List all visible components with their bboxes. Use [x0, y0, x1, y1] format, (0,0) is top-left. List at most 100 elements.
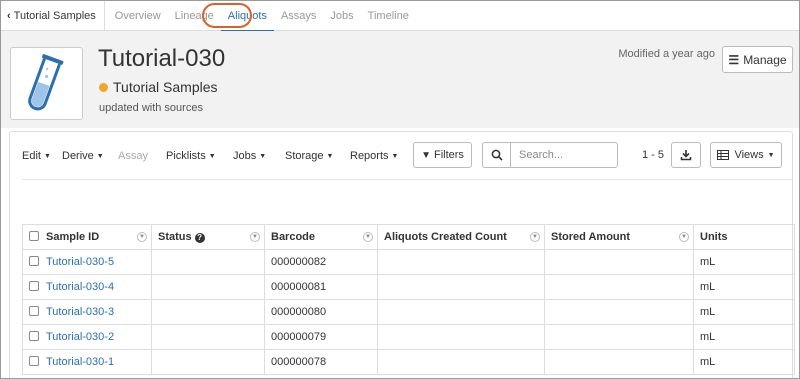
search-input[interactable]: [510, 142, 618, 168]
export-button[interactable]: [671, 142, 701, 168]
search-group: [482, 142, 618, 168]
cell-status: [151, 349, 265, 375]
top-nav: ‹ Tutorial Samples Overview Lineage Aliq…: [1, 1, 799, 32]
filters-button[interactable]: ▼ Filters: [413, 142, 472, 168]
views-label: Views: [734, 149, 764, 161]
table-row[interactable]: Tutorial-030-4 000000081 mL: [22, 274, 795, 300]
table-row[interactable]: Tutorial-030-5 000000082 mL: [22, 249, 795, 275]
derive-menu[interactable]: Derive ▼: [62, 150, 104, 162]
storage-menu[interactable]: Storage ▼: [285, 150, 333, 162]
jobs-menu[interactable]: Jobs ▼: [233, 150, 266, 162]
column-stored-amount[interactable]: Stored Amount ▼: [544, 224, 694, 250]
cell-aliquots-count: [377, 349, 545, 375]
table-header-row: Sample ID ▼ Status? ▼ Barcode ▼ Aliquots Cr…: [22, 224, 795, 250]
row-checkbox[interactable]: [29, 356, 39, 366]
column-menu-icon[interactable]: ▼: [363, 232, 373, 242]
aliquots-panel: Edit ▼ Derive ▼ Assay Picklists ▼ Jobs ▼ Sto…: [9, 131, 795, 378]
table-row[interactable]: Tutorial-030-3 000000080 mL: [22, 299, 795, 325]
column-sample-id[interactable]: Sample ID ▼: [22, 224, 152, 250]
cell-status: [151, 324, 265, 350]
edit-menu[interactable]: Edit ▼: [22, 150, 51, 162]
cell-stored-amount: [544, 349, 694, 375]
cell-stored-amount: [544, 249, 694, 275]
sample-type-color-dot: [99, 82, 108, 92]
search-button[interactable]: [482, 142, 510, 168]
tab-assays[interactable]: Assays: [274, 1, 323, 31]
chevron-left-icon: ‹: [7, 9, 11, 22]
search-icon: [491, 149, 503, 161]
sample-type-label: Tutorial Samples: [113, 79, 218, 95]
views-button[interactable]: Views ▼: [710, 142, 782, 168]
filters-label: Filters: [433, 149, 464, 161]
cell-aliquots-count: [377, 249, 545, 275]
caret-down-icon: ▼: [391, 152, 399, 160]
column-aliquots-count-label: Aliquots Created Count: [384, 231, 507, 243]
cell-status: [151, 274, 265, 300]
menu-bars-icon: ☰: [728, 52, 740, 67]
sample-header: Tutorial-030 Tutorial Samples updated wi…: [1, 31, 799, 128]
filter-icon: ▼: [421, 149, 431, 161]
cell-units: mL: [693, 349, 795, 375]
table-row[interactable]: Tutorial-030-1 000000078 mL: [22, 349, 795, 375]
caret-down-icon: ▼: [259, 152, 267, 160]
cell-sample-id: Tutorial-030-4: [22, 274, 152, 300]
sample-id-link[interactable]: Tutorial-030-5: [46, 256, 114, 268]
app-frame: ‹ Tutorial Samples Overview Lineage Aliq…: [0, 0, 800, 379]
cell-stored-amount: [544, 299, 694, 325]
paging-info: 1 - 5: [642, 149, 665, 161]
reports-menu-label: Reports: [350, 150, 389, 162]
page-title: Tutorial-030: [98, 45, 226, 72]
manage-button[interactable]: ☰ Manage: [722, 46, 793, 73]
cell-units: mL: [693, 249, 795, 275]
reports-menu[interactable]: Reports ▼: [350, 150, 398, 162]
row-checkbox[interactable]: [29, 331, 39, 341]
back-link-label: Tutorial Samples: [13, 9, 96, 22]
tab-lineage[interactable]: Lineage: [168, 1, 221, 31]
modified-label: Modified a year ago: [618, 48, 715, 60]
picklists-menu[interactable]: Picklists ▼: [166, 150, 216, 162]
column-aliquots-count[interactable]: Aliquots Created Count ▼: [377, 224, 545, 250]
sample-id-link[interactable]: Tutorial-030-3: [46, 306, 114, 318]
column-units[interactable]: Units: [693, 224, 795, 250]
cell-status: [151, 299, 265, 325]
toolbar-divider: [22, 179, 792, 180]
picklists-menu-label: Picklists: [166, 150, 206, 162]
tab-aliquots[interactable]: Aliquots: [220, 1, 275, 32]
column-menu-icon[interactable]: ▼: [137, 232, 147, 242]
table-icon: [717, 150, 730, 160]
caret-down-icon: ▼: [43, 152, 51, 160]
caret-down-icon: ▼: [96, 152, 104, 160]
cell-status: [151, 249, 265, 275]
help-icon[interactable]: ?: [194, 233, 205, 243]
back-link[interactable]: ‹ Tutorial Samples: [1, 1, 105, 31]
tab-jobs[interactable]: Jobs: [323, 1, 360, 31]
column-menu-icon[interactable]: ▼: [530, 232, 540, 242]
table-row[interactable]: Tutorial-030-2 000000079 mL: [22, 324, 795, 350]
edit-menu-label: Edit: [22, 150, 41, 162]
row-checkbox[interactable]: [29, 306, 39, 316]
grid-toolbar: Edit ▼ Derive ▼ Assay Picklists ▼ Jobs ▼ Sto…: [10, 142, 792, 172]
column-status[interactable]: Status? ▼: [151, 224, 265, 250]
assay-menu: Assay: [118, 150, 148, 162]
cell-barcode: 000000081: [264, 274, 378, 300]
cell-aliquots-count: [377, 274, 545, 300]
row-checkbox[interactable]: [29, 256, 39, 266]
column-units-label: Units: [700, 231, 728, 243]
column-barcode[interactable]: Barcode ▼: [264, 224, 378, 250]
cell-sample-id: Tutorial-030-5: [22, 249, 152, 275]
row-checkbox[interactable]: [29, 281, 39, 291]
cell-barcode: 000000079: [264, 324, 378, 350]
storage-menu-label: Storage: [285, 150, 324, 162]
column-menu-icon[interactable]: ▼: [679, 232, 689, 242]
column-menu-icon[interactable]: ▼: [250, 232, 260, 242]
cell-barcode: 000000082: [264, 249, 378, 275]
sample-id-link[interactable]: Tutorial-030-4: [46, 281, 114, 293]
sample-id-link[interactable]: Tutorial-030-2: [46, 331, 114, 343]
select-all-checkbox[interactable]: [29, 231, 39, 241]
tab-overview[interactable]: Overview: [108, 1, 168, 31]
sample-id-link[interactable]: Tutorial-030-1: [46, 356, 114, 368]
sample-description: updated with sources: [99, 102, 203, 114]
column-sample-id-label: Sample ID: [46, 231, 100, 243]
cell-units: mL: [693, 274, 795, 300]
tab-timeline[interactable]: Timeline: [361, 1, 416, 31]
